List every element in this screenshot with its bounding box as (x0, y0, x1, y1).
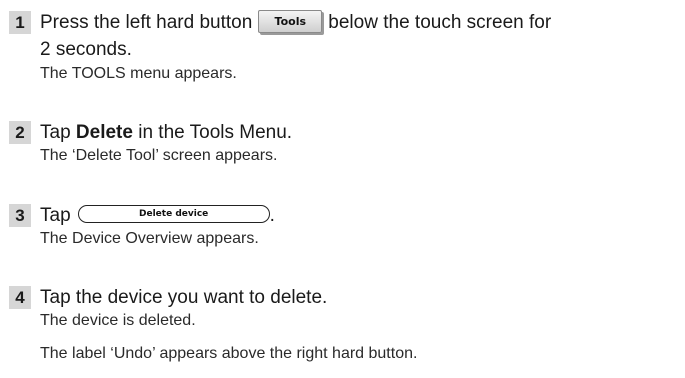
instruction-text: Press the left hard button (40, 12, 253, 33)
step-note: The label ‘Undo’ appears above the right… (40, 345, 418, 362)
instruction-text: in the Tools Menu. (132, 122, 293, 143)
instruction-text: below the touch screen for (328, 12, 552, 33)
delete-label: Delete (75, 122, 133, 143)
step-instruction: Tap Delete device. (40, 202, 275, 229)
step-number: 1 (9, 11, 31, 34)
delete-device-button: Delete device (77, 205, 270, 224)
instruction-text: Tap (40, 205, 71, 226)
instruction-text: . (269, 205, 275, 226)
instruction-text: Tap (40, 122, 76, 143)
step-instruction: Press the left hard button Tools below the… (40, 9, 551, 63)
instruction-text: 2 seconds. (40, 39, 132, 60)
step-number: 3 (9, 204, 31, 227)
step-result: The ‘Delete Tool’ screen appears. (40, 147, 278, 164)
step-result: The device is deleted. (40, 312, 196, 329)
step-instruction: Tap Delete in the Tools Menu. (40, 119, 292, 146)
tools-hard-button: Tools (258, 9, 323, 33)
step-number: 4 (9, 286, 31, 309)
step-result: The TOOLS menu appears. (40, 65, 237, 82)
step-instruction: Tap the device you want to delete. (40, 287, 328, 308)
step-number: 2 (9, 121, 31, 144)
step-result: The Device Overview appears. (40, 230, 259, 247)
